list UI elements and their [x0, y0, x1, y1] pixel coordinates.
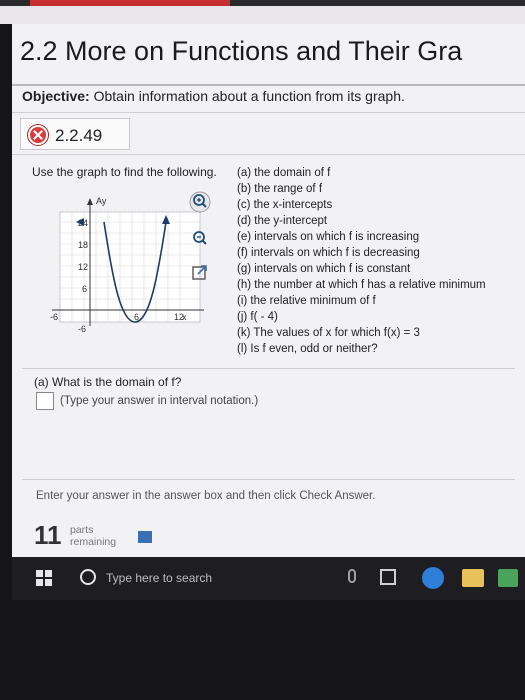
- objective-text: Obtain information about a function from…: [93, 88, 405, 104]
- y-tick-label: -6: [78, 324, 86, 334]
- question-item: (g) intervals on which f is constant: [237, 263, 411, 275]
- y-tick-label: 12: [78, 262, 88, 272]
- x-tick-label: -6: [50, 312, 58, 322]
- footer-instruction: Enter your answer in the answer box and …: [36, 490, 376, 502]
- question-item: (e) intervals on which f is increasing: [237, 231, 420, 243]
- problem-number: 2.2.49: [55, 126, 103, 145]
- graph-tools: [189, 191, 219, 291]
- title-divider: [12, 84, 525, 86]
- parts-remaining-label: parts remaining: [70, 524, 116, 548]
- cortana-icon[interactable]: [80, 569, 96, 585]
- function-graph: Ay x 24 18 12 6 -6 -6 6 12: [32, 184, 207, 339]
- problem-badge[interactable]: 2.2.49: [20, 118, 130, 150]
- graph-svg: Ay x 24 18 12 6 -6 -6 6 12: [50, 196, 204, 334]
- objective-label: Objective:: [22, 88, 90, 104]
- browser-chrome: [0, 6, 525, 24]
- question-list: (a) the domain of f (b) the range of f (…: [237, 165, 486, 357]
- file-explorer-icon[interactable]: [462, 569, 484, 587]
- windows-start-icon[interactable]: [36, 570, 52, 586]
- monitor-bezel-bottom: [0, 600, 525, 700]
- objective-divider: [12, 112, 525, 113]
- question-item: (c) the x-intercepts: [237, 199, 333, 211]
- task-view-icon[interactable]: [380, 569, 396, 585]
- store-icon[interactable]: [498, 569, 518, 587]
- zoom-out-icon[interactable]: [189, 228, 211, 250]
- edge-browser-icon[interactable]: [422, 567, 444, 589]
- question-item: (f) intervals on which f is decreasing: [237, 247, 420, 259]
- parts-label-line: parts: [70, 524, 94, 536]
- taskbar-search-input[interactable]: Type here to search: [106, 571, 212, 585]
- parts-count: 11: [34, 520, 62, 550]
- zoom-in-icon[interactable]: [189, 191, 211, 213]
- microphone-icon[interactable]: [348, 569, 356, 583]
- y-axis-arrow-icon: [87, 198, 93, 205]
- question-item: (l) Is f even, odd or neither?: [237, 343, 378, 355]
- question-item: (i) the relative minimum of f: [237, 295, 376, 307]
- y-tick-label: 6: [82, 284, 87, 294]
- problem-divider: [12, 154, 525, 155]
- incorrect-x-icon: [28, 125, 48, 145]
- windows-taskbar: Type here to search: [12, 557, 525, 600]
- question-item: (j) f( - 4): [237, 311, 278, 323]
- question-item: (a) the domain of f: [237, 167, 331, 179]
- parts-label-line: remaining: [70, 536, 117, 548]
- parts-progress-icon[interactable]: [138, 531, 152, 543]
- question-item: (b) the range of f: [237, 183, 323, 195]
- question-divider: [22, 368, 515, 369]
- question-item: (d) the y-intercept: [237, 215, 328, 227]
- y-tick-label: 18: [78, 240, 88, 250]
- monitor-bezel-left: [0, 24, 12, 600]
- answer-input[interactable]: [36, 392, 54, 410]
- current-question: (a) What is the domain of f?: [34, 375, 182, 389]
- y-axis-label: Ay: [96, 196, 107, 206]
- answer-hint: (Type your answer in interval notation.): [60, 395, 259, 407]
- popout-icon[interactable]: [189, 261, 211, 283]
- question-item: (k) The values of x for which f(x) = 3: [237, 327, 420, 339]
- question-item: (h) the number at which f has a relative…: [237, 279, 486, 291]
- objective-line: Objective: Obtain information about a fu…: [22, 88, 405, 104]
- instruction-text: Use the graph to find the following.: [32, 165, 217, 179]
- browser-page: 2.2 More on Functions and Their Gra Obje…: [12, 24, 525, 600]
- page-title: 2.2 More on Functions and Their Gra: [20, 36, 463, 66]
- x-tick-label: 12: [174, 312, 184, 322]
- footer-divider: [22, 479, 515, 480]
